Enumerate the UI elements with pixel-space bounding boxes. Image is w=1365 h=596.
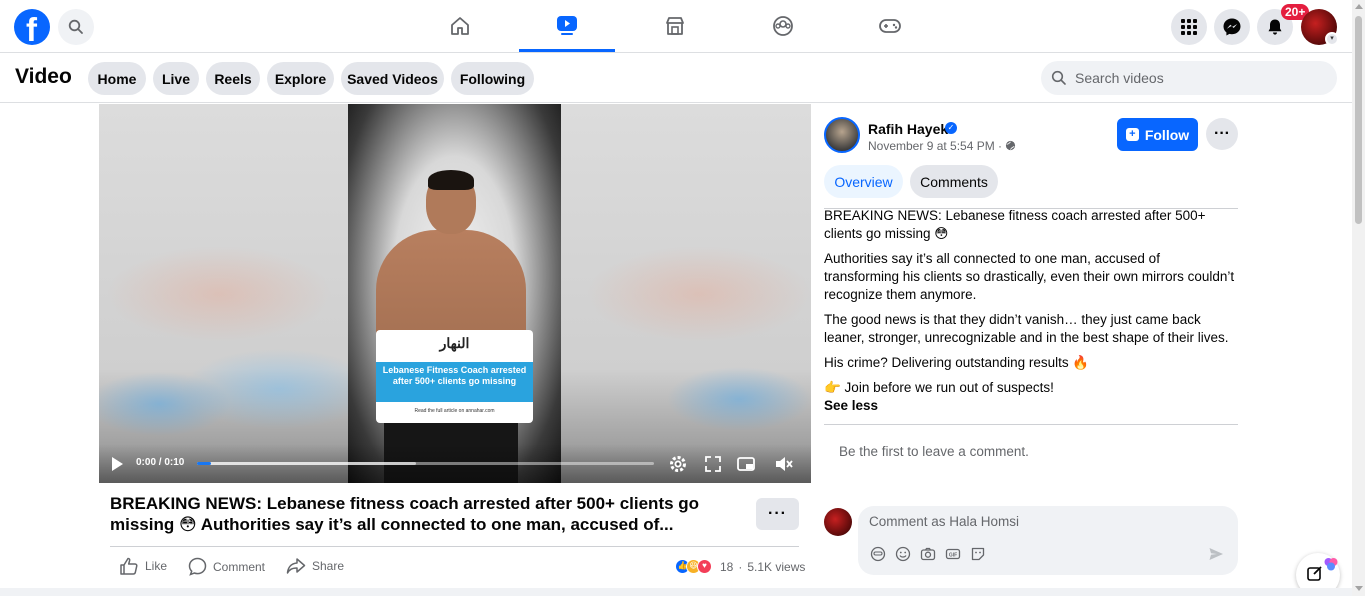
scroll-down-arrow-icon[interactable] — [1355, 586, 1363, 591]
comment-label: Comment — [213, 559, 266, 574]
menu-grid-icon[interactable] — [1171, 9, 1207, 45]
gaming-icon — [879, 19, 901, 33]
verified-badge-icon: ✓ — [945, 122, 957, 134]
marketplace-icon — [666, 17, 684, 35]
home-icon — [451, 17, 469, 35]
reaction-count: 18 — [720, 559, 734, 574]
person-hair — [428, 170, 474, 190]
share-button[interactable]: Share — [286, 557, 344, 575]
love-reaction-icon: ♥ — [697, 559, 712, 574]
fullscreen-icon[interactable] — [703, 454, 723, 474]
tab-marketplace[interactable] — [627, 0, 723, 52]
chevron-down-icon[interactable]: ▾ — [1325, 32, 1339, 46]
comment-composer[interactable]: GIF — [858, 506, 1238, 575]
gif-icon[interactable]: GIF — [945, 546, 961, 562]
description-paragraph: Authorities say it’s all connected to on… — [824, 251, 1235, 302]
svg-text:GIF: GIF — [949, 552, 957, 558]
divider — [824, 424, 1238, 425]
description-paragraph: 👉 Join before we run out of suspects! — [824, 380, 1054, 395]
description-paragraph: BREAKING NEWS: Lebanese fitness coach ar… — [824, 208, 1206, 241]
description-paragraph: His crime? Delivering outstanding result… — [824, 355, 1090, 370]
progress-buffered — [197, 462, 417, 465]
reactions-summary[interactable]: 👍 😆 ♥ 18 · 5.1K views — [675, 559, 805, 574]
post-date-text: November 9 at 5:54 PM · — [868, 139, 1003, 153]
emoji-icon[interactable] — [895, 546, 911, 562]
post-date[interactable]: November 9 at 5:54 PM · — [868, 139, 1016, 153]
divider — [110, 546, 799, 547]
comment-input[interactable] — [869, 514, 1169, 529]
top-navigation-bar: f 20+ ▾ — [0, 0, 1352, 53]
like-label: Like — [145, 559, 168, 573]
progress-played — [197, 462, 211, 465]
follow-plus-icon: + — [1125, 128, 1139, 141]
follow-label: Follow — [1144, 126, 1190, 143]
globe-icon — [1006, 140, 1016, 151]
video-player[interactable]: النهار Lebanese Fitness Coach arrested a… — [99, 104, 811, 483]
avatar-sticker-icon[interactable] — [870, 546, 886, 562]
comment-button[interactable]: Comment — [188, 557, 265, 576]
author-avatar[interactable] — [824, 117, 860, 153]
tab-following[interactable]: Following — [451, 62, 534, 95]
see-less-link[interactable]: See less — [824, 397, 1238, 415]
search-icon[interactable] — [58, 9, 94, 45]
author-name[interactable]: Rafih Hayek — [868, 121, 948, 137]
tab-reels[interactable]: Reels — [206, 62, 260, 95]
tab-explore[interactable]: Explore — [267, 62, 334, 95]
like-button[interactable]: Like — [119, 557, 167, 575]
settings-gear-icon[interactable] — [668, 454, 688, 474]
tab-overview[interactable]: Overview — [824, 165, 903, 198]
follow-button[interactable]: + Follow — [1117, 118, 1198, 151]
annahar-logo: النهار — [439, 336, 470, 352]
news-overlay-card: النهار Lebanese Fitness Coach arrested a… — [376, 330, 533, 423]
messenger-icon[interactable] — [1214, 9, 1250, 45]
play-icon[interactable] — [112, 457, 123, 471]
view-count: 5.1K views — [747, 559, 806, 574]
separator-dot: · — [738, 559, 743, 574]
tab-live[interactable]: Live — [153, 62, 199, 95]
mute-icon[interactable] — [774, 454, 794, 474]
thumbs-up-icon — [120, 557, 138, 575]
video-time: 0:00 / 0:10 — [136, 457, 185, 468]
page-title: Video — [15, 65, 72, 88]
video-title: BREAKING NEWS: Lebanese fitness coach ar… — [110, 494, 700, 534]
picture-in-picture-icon[interactable] — [736, 454, 756, 474]
search-videos-input[interactable] — [1075, 70, 1315, 86]
post-more-button[interactable]: ··· — [1206, 118, 1238, 150]
tab-comments[interactable]: Comments — [910, 165, 998, 198]
video-icon — [557, 15, 577, 35]
player-controls: 0:00 / 0:10 — [99, 444, 811, 483]
search-icon — [1051, 70, 1066, 85]
groups-icon — [773, 16, 793, 36]
post-description: BREAKING NEWS: Lebanese fitness coach ar… — [824, 207, 1238, 422]
page-scrollbar[interactable] — [1352, 0, 1365, 596]
tab-groups[interactable] — [735, 0, 831, 52]
comment-bubble-icon — [188, 557, 207, 576]
news-footer: Read the full article on annahar.com — [414, 408, 495, 414]
share-label: Share — [312, 559, 345, 573]
tab-home[interactable] — [412, 0, 508, 52]
facebook-logo[interactable]: f — [14, 9, 50, 48]
compose-icon — [1307, 566, 1322, 581]
news-headline: Lebanese Fitness Coach arrested after 50… — [376, 362, 533, 402]
tab-video[interactable] — [519, 0, 615, 52]
description-paragraph: The good news is that they didn’t vanish… — [824, 312, 1229, 345]
video-search-box[interactable] — [1041, 61, 1337, 95]
bottom-feed-strip — [0, 588, 1352, 596]
tab-gaming[interactable] — [842, 0, 938, 52]
tab-home-video[interactable]: Home — [88, 62, 146, 95]
progress-bar[interactable] — [197, 462, 654, 465]
video-more-button[interactable]: ··· — [756, 498, 799, 530]
scroll-up-arrow-icon[interactable] — [1355, 4, 1363, 9]
send-icon[interactable] — [1208, 546, 1224, 562]
empty-comments-message: Be the first to leave a comment. — [839, 444, 1029, 459]
video-frame: النهار Lebanese Fitness Coach arrested a… — [348, 104, 561, 483]
camera-icon[interactable] — [920, 546, 936, 562]
share-arrow-icon — [286, 558, 306, 574]
scroll-thumb[interactable] — [1355, 16, 1362, 224]
video-subheader: Video Home Live Reels Explore Saved Vide… — [0, 53, 1352, 103]
current-user-avatar[interactable] — [824, 508, 852, 536]
ai-assistant-icon — [1324, 558, 1338, 571]
sticker-icon[interactable] — [970, 546, 986, 562]
tab-saved-videos[interactable]: Saved Videos — [341, 62, 444, 95]
